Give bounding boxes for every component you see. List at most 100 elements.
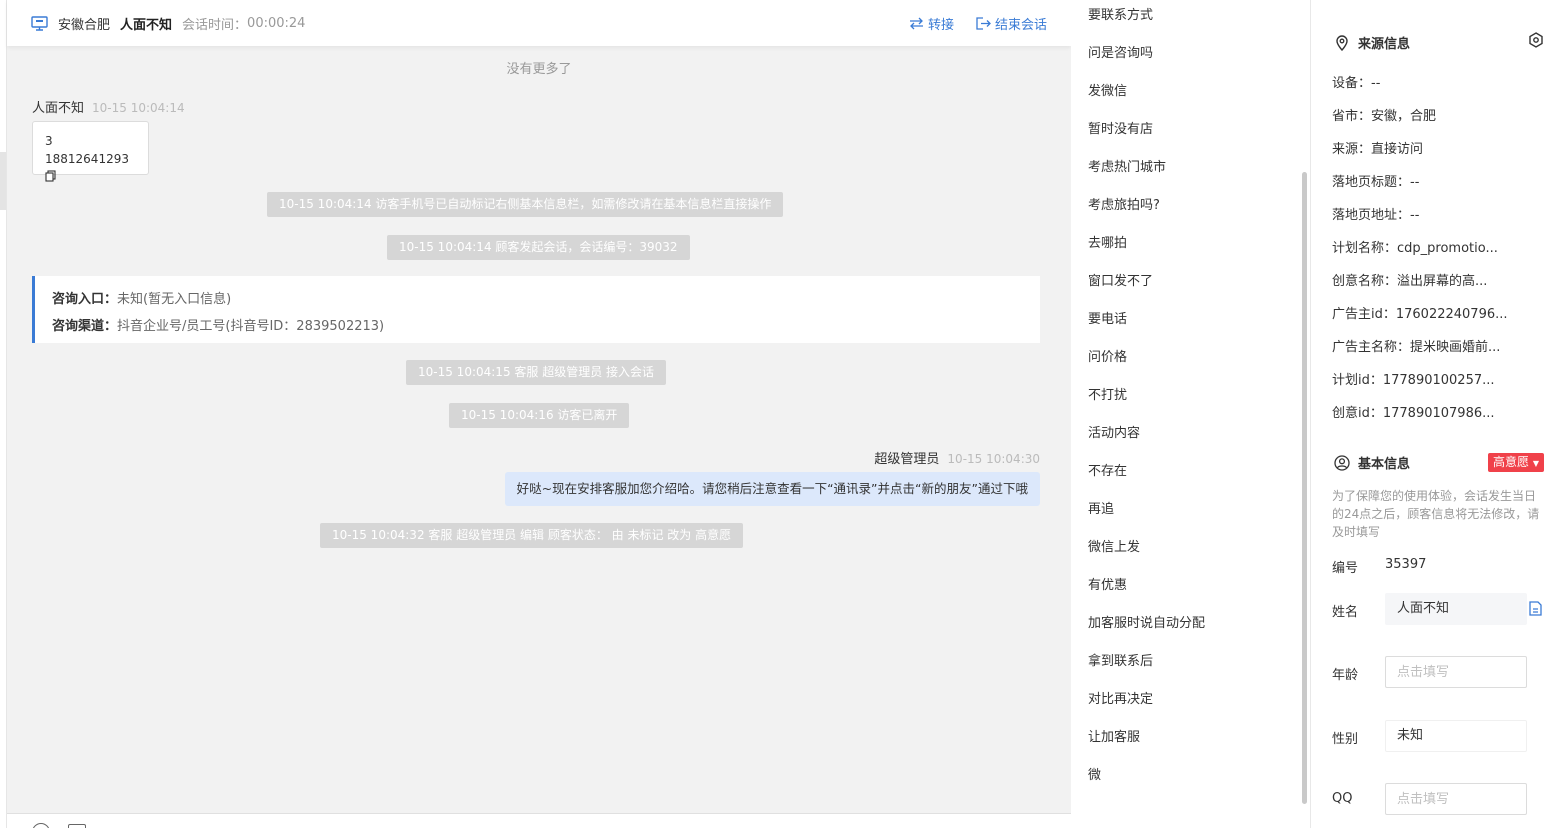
quick-reply-item[interactable]: 要联系方式 — [1088, 4, 1153, 23]
quick-reply-item[interactable]: 微 — [1088, 764, 1101, 783]
name-label: 姓名 — [1332, 605, 1359, 620]
location-pin-icon — [1336, 34, 1348, 51]
end-session-button[interactable]: 结束会话 — [976, 14, 1047, 33]
visitor-msg-time: 10-15 10:04:14 — [92, 101, 185, 115]
quick-reply-item[interactable]: 问价格 — [1088, 346, 1127, 365]
transfer-icon — [909, 17, 923, 29]
quick-reply-item[interactable]: 微信上发 — [1088, 536, 1140, 555]
visitor-location: 安徽合肥 — [58, 17, 111, 33]
quick-reply-item[interactable]: 窗口发不了 — [1088, 270, 1153, 289]
basic-info-label: 基本信息 — [1358, 457, 1411, 472]
chat-input-toolbar — [7, 813, 1071, 828]
user-circle-icon — [1334, 454, 1350, 471]
quick-reply-item[interactable]: 再追 — [1088, 498, 1114, 517]
basic-info-title: 基本信息 — [1334, 453, 1410, 472]
quick-reply-scrollbar[interactable] — [1302, 172, 1307, 804]
visitor-msg-line2-wrap: 18812641293 — [45, 150, 136, 186]
quick-reply-panel: 要联系方式问是咨询吗发微信暂时没有店考虑热门城市 考虑旅拍吗? 去哪拍窗口发不了要电… — [1071, 0, 1311, 828]
chat-header: 安徽合肥 人面不知 会话时间： 00:00:24 转接 结束会话 — [7, 0, 1071, 46]
emoji-icon[interactable] — [32, 823, 50, 828]
quick-reply-item[interactable]: 要电话 — [1088, 308, 1127, 327]
quick-reply-item[interactable]: 拿到联系后 — [1088, 650, 1153, 669]
source-info-row: 广告主名称：提米映画婚前... — [1332, 340, 1501, 355]
quick-reply-item[interactable]: 暂时没有店 — [1088, 118, 1153, 137]
quick-reply-item[interactable]: 问是咨询吗 — [1088, 42, 1153, 61]
source-info-row: 创意id：177890107986... — [1332, 406, 1495, 421]
system-message: 10-15 10:04:32 客服 超级管理员 编辑 顾客状态： 由 未标记 改… — [320, 523, 744, 548]
consult-info-box: 咨询入口：未知(暂无入口信息) 咨询渠道：抖音企业号/员工号(抖音号ID：283… — [32, 276, 1040, 343]
monitor-icon — [31, 15, 48, 31]
visitor-message-card: 3 18812641293 — [32, 121, 149, 182]
quick-reply-item[interactable]: 不打扰 — [1088, 384, 1127, 403]
source-info-row: 来源：直接访问 — [1332, 142, 1424, 157]
name-field[interactable]: 人面不知 — [1385, 593, 1527, 625]
visitor-msg-line1: 3 — [45, 134, 53, 148]
system-message: 10-15 10:04:14 访客手机号已自动标记右侧基本信息栏，如需修改请在基… — [267, 192, 784, 217]
source-info-row: 计划名称：cdp_promotio... — [1332, 241, 1498, 256]
quick-reply-item[interactable]: 对比再决定 — [1088, 688, 1153, 707]
system-message: 10-15 10:04:16 访客已离开 — [449, 403, 630, 428]
id-value: 35397 — [1385, 557, 1427, 572]
quick-reply-item[interactable]: 活动内容 — [1088, 422, 1140, 441]
consult-entry-row: 咨询入口：未知(暂无入口信息) — [52, 286, 1040, 313]
end-session-label: 结束会话 — [994, 17, 1047, 33]
customer-info-panel: 来源信息 设备：-- 省市：安徽，合肥 来源：直接访问 落地页标题：-- 落地页地址：-… — [1312, 0, 1548, 828]
no-more-text[interactable]: 没有更多了 — [7, 58, 1071, 77]
intent-status-dropdown[interactable]: 高意愿 ▼ — [1488, 453, 1544, 472]
quick-reply-item[interactable]: 不存在 — [1088, 460, 1127, 479]
gender-label: 性别 — [1332, 732, 1359, 747]
source-info-row: 广告主id：176022240796... — [1332, 307, 1508, 322]
left-strip — [0, 0, 7, 828]
transfer-label: 转接 — [927, 17, 954, 33]
age-field[interactable] — [1385, 656, 1527, 688]
qq-field[interactable] — [1385, 783, 1527, 815]
source-info-row: 省市：安徽，合肥 — [1332, 109, 1437, 124]
visitor-phone: 18812641293 — [45, 152, 129, 166]
caret-down-icon: ▼ — [1532, 459, 1539, 468]
quick-reply-item[interactable]: 考虑旅拍吗? — [1088, 194, 1160, 213]
left-notch[interactable] — [0, 152, 6, 210]
chat-panel: 安徽合肥 人面不知 会话时间： 00:00:24 转接 结束会话 没有更多了 人… — [7, 0, 1071, 828]
source-info-row: 计划id：177890100257... — [1332, 373, 1495, 388]
id-label: 编号 — [1332, 561, 1359, 576]
quick-reply-item[interactable]: 考虑热门城市 — [1088, 156, 1166, 175]
age-label: 年龄 — [1332, 668, 1359, 683]
quick-reply-item[interactable]: 有优惠 — [1088, 574, 1127, 593]
settings-icon[interactable] — [1528, 32, 1544, 48]
quick-reply-item[interactable]: 去哪拍 — [1088, 232, 1127, 251]
source-info-row: 创意名称：溢出屏幕的高... — [1332, 274, 1488, 289]
consult-channel-value: 抖音企业号/员工号(抖音号ID：2839502213) — [117, 319, 385, 334]
consult-entry-label: 咨询入口： — [52, 292, 118, 307]
visitor-msg-name: 人面不知 — [32, 101, 85, 116]
quick-reply-item[interactable]: 加客服时说自动分配 — [1088, 612, 1205, 631]
edit-deadline-hint: 为了保障您的使用体验，会话发生当日的24点之后，顾客信息将无法修改，请及时填写 — [1332, 489, 1540, 539]
consult-channel-row: 咨询渠道：抖音企业号/员工号(抖音号ID：2839502213) — [52, 313, 1040, 340]
agent-msg-time: 10-15 10:04:30 — [947, 452, 1040, 466]
transfer-button[interactable]: 转接 — [909, 14, 954, 33]
visitor-msg-meta: 人面不知 10-15 10:04:14 — [32, 97, 185, 116]
qq-label: QQ — [1332, 791, 1353, 806]
gender-select[interactable]: 未知 — [1385, 720, 1527, 752]
agent-msg-name: 超级管理员 — [874, 452, 940, 467]
image-icon[interactable] — [68, 824, 86, 828]
intent-status-label: 高意愿 — [1493, 455, 1530, 469]
source-info-row: 落地页地址：-- — [1332, 208, 1420, 223]
system-message: 10-15 10:04:14 顾客发起会话，会话编号：39032 — [387, 235, 690, 260]
quick-reply-item[interactable]: 让加客服 — [1088, 726, 1140, 745]
session-time-label: 会话时间： — [182, 17, 248, 33]
session-time: 00:00:24 — [247, 15, 306, 31]
consult-channel-label: 咨询渠道： — [52, 319, 118, 334]
source-info-title: 来源信息 — [1334, 33, 1410, 52]
copy-icon[interactable] — [45, 170, 56, 182]
consult-entry-value: 未知(暂无入口信息) — [117, 292, 232, 307]
source-info-row: 落地页标题：-- — [1332, 175, 1420, 190]
source-info-row: 设备：-- — [1332, 76, 1381, 91]
agent-message-bubble: 好哒~现在安排客服加您介绍哈。请您稍后注意查看一下“通讯录”并点击“新的朋友”通… — [504, 472, 1040, 506]
agent-msg-meta: 超级管理员 10-15 10:04:30 — [874, 448, 1040, 467]
visitor-name: 人面不知 — [120, 17, 173, 33]
quick-reply-item[interactable]: 发微信 — [1088, 80, 1127, 99]
exit-icon — [976, 16, 991, 30]
source-info-label: 来源信息 — [1358, 37, 1411, 52]
edit-icon[interactable] — [1529, 601, 1542, 616]
system-message: 10-15 10:04:15 客服 超级管理员 接入会话 — [406, 360, 667, 385]
